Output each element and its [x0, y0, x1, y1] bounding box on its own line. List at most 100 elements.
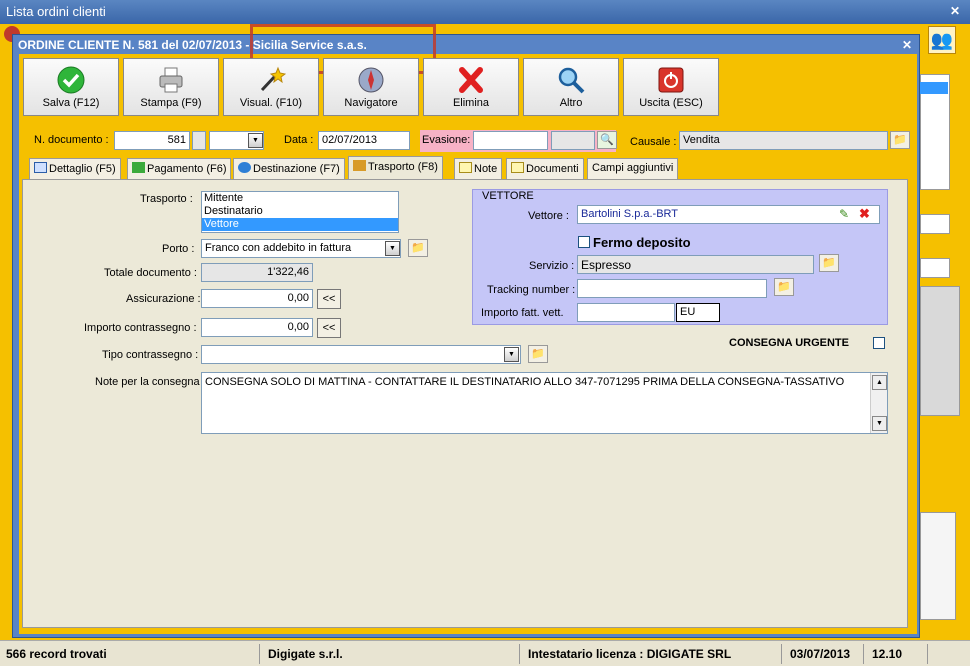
background-list-selection [920, 82, 948, 94]
list-item-selected[interactable]: Vettore [202, 218, 398, 231]
money-icon [132, 162, 145, 173]
navigator-label: Navigatore [344, 97, 398, 109]
importo-fatt-field[interactable] [577, 303, 675, 322]
causale-field[interactable]: Vendita [679, 131, 888, 150]
company-name: Digigate s.r.l. [264, 644, 520, 664]
tab-label: Trasporto (F8) [368, 161, 438, 173]
grid-icon [34, 162, 47, 173]
fermo-deposito-checkbox[interactable] [578, 236, 590, 248]
chevron-down-icon[interactable]: ▼ [385, 241, 400, 256]
causale-folder-icon[interactable]: 📁 [890, 131, 910, 149]
tab-label: Documenti [526, 163, 579, 175]
contrassegno-back-button[interactable]: << [317, 318, 341, 338]
note-scrollbar[interactable]: ▲ ▼ [870, 373, 887, 433]
importo-fatt-label: Importo fatt. vett. [481, 307, 564, 319]
servizio-label: Servizio : [529, 260, 575, 272]
license-holder: Intestatario licenza : DIGIGATE SRL [524, 644, 782, 664]
save-label: Salva (F12) [42, 97, 100, 109]
background-panel-bottom [920, 512, 956, 620]
vettore-label: Vettore : [528, 210, 569, 222]
tab-label: Note [474, 163, 498, 175]
scroll-down-icon[interactable]: ▼ [872, 416, 887, 431]
tracking-field[interactable] [577, 279, 767, 298]
truck-icon [353, 160, 366, 171]
tipo-contrassegno-folder-icon[interactable]: 📁 [528, 345, 548, 363]
tab-note[interactable]: Note [454, 158, 503, 179]
chevron-down-icon[interactable]: ▼ [504, 347, 519, 362]
tab-dettaglio[interactable]: Dettaglio (F5) [29, 158, 121, 179]
vettore-group-title: VETTORE [482, 190, 534, 202]
background-combo-2 [920, 258, 950, 278]
assicurazione-back-button[interactable]: << [317, 289, 341, 309]
outer-window-title: Lista ordini clienti [0, 0, 970, 24]
print-button[interactable]: Stampa (F9) [123, 58, 219, 116]
note-label: Note per la consegna [95, 376, 200, 388]
porto-select[interactable]: Franco con addebito in fattura [201, 239, 401, 258]
porto-folder-icon[interactable]: 📁 [408, 239, 428, 257]
consegna-urgente-checkbox[interactable] [873, 337, 885, 349]
other-button[interactable]: Altro [523, 58, 619, 116]
tab-trasporto[interactable]: Trasporto (F8) [348, 156, 443, 180]
tab-label: Pagamento (F6) [147, 163, 227, 175]
contrassegno-field[interactable]: 0,00 [201, 318, 313, 337]
search-icon[interactable]: 🔍 [597, 131, 617, 149]
edit-pencil-icon[interactable]: ✎ [839, 207, 849, 221]
evasione-label: Evasione: [422, 134, 471, 146]
tab-destinazione[interactable]: Destinazione (F7) [233, 158, 345, 179]
globe-icon [238, 162, 251, 173]
fermo-deposito-label: Fermo deposito [593, 235, 691, 250]
delete-button[interactable]: Elimina [423, 58, 519, 116]
other-label: Altro [559, 97, 583, 109]
exit-button[interactable]: Uscita (ESC) [623, 58, 719, 116]
clear-x-icon[interactable]: ✖ [859, 206, 870, 222]
num-doc-label: N. documento : [34, 134, 109, 146]
servizio-folder-icon[interactable]: 📁 [819, 254, 839, 272]
date-field[interactable]: 02/07/2013 [318, 131, 410, 150]
tab-pagamento[interactable]: Pagamento (F6) [127, 158, 232, 179]
status-bar: 566 record trovati Digigate s.r.l. Intes… [0, 640, 970, 666]
assicurazione-field[interactable]: 0,00 [201, 289, 313, 308]
note-textarea[interactable]: CONSEGNA SOLO DI MATTINA - CONTATTARE IL… [201, 372, 888, 434]
magic-wand-icon [260, 66, 286, 92]
view-button[interactable]: Visual. (F10) [223, 58, 319, 116]
outer-user-icon[interactable]: 👥 [928, 26, 956, 54]
tab-documenti[interactable]: Documenti [506, 158, 584, 179]
evasione-field[interactable] [473, 131, 548, 150]
record-count: 566 record trovati [2, 644, 260, 664]
exit-icon [658, 67, 684, 93]
tab-label: Campi aggiuntivi [592, 162, 674, 174]
servizio-field[interactable]: Espresso [577, 255, 814, 274]
totale-label: Totale documento : [104, 267, 197, 279]
tab-campi-aggiuntivi[interactable]: Campi aggiuntivi [587, 158, 679, 179]
tracking-folder-icon[interactable]: 📁 [774, 278, 794, 296]
tipo-contrassegno-label: Tipo contrassegno : [102, 349, 199, 361]
delete-label: Elimina [452, 97, 490, 109]
vettore-field[interactable]: Bartolini S.p.a.-BRT [577, 205, 880, 224]
tipo-contrassegno-select[interactable] [201, 345, 521, 364]
save-button[interactable]: Salva (F12) [23, 58, 119, 116]
print-label: Stampa (F9) [140, 97, 202, 109]
navigator-button[interactable]: Navigatore [323, 58, 419, 116]
check-icon [57, 66, 85, 94]
compass-icon [358, 67, 384, 93]
chevron-down-icon[interactable]: ▼ [248, 133, 263, 148]
list-item[interactable]: Mittente [202, 192, 398, 205]
trasporto-list[interactable]: Mittente Destinatario Vettore [201, 191, 399, 233]
magnifier-icon [558, 67, 585, 94]
contrassegno-label: Importo contrassegno : [84, 322, 197, 334]
currency-field[interactable]: EU [676, 303, 720, 322]
totale-field: 1'322,46 [201, 263, 313, 282]
note-icon [459, 162, 472, 173]
porto-label: Porto : [162, 243, 195, 255]
evasione-extra-field [551, 131, 595, 150]
num-doc-field[interactable]: 581 [114, 131, 190, 150]
dialog-close-icon[interactable]: ✕ [902, 38, 912, 52]
tracking-label: Tracking number : [487, 284, 576, 296]
background-combo [920, 214, 950, 234]
tab-label: Destinazione (F7) [253, 163, 340, 175]
list-item[interactable]: Destinatario [202, 205, 398, 218]
status-date: 03/07/2013 [786, 644, 864, 664]
scroll-up-icon[interactable]: ▲ [872, 375, 887, 390]
num-doc-suffix[interactable] [192, 131, 206, 150]
outer-close-icon[interactable]: ✕ [950, 5, 962, 17]
